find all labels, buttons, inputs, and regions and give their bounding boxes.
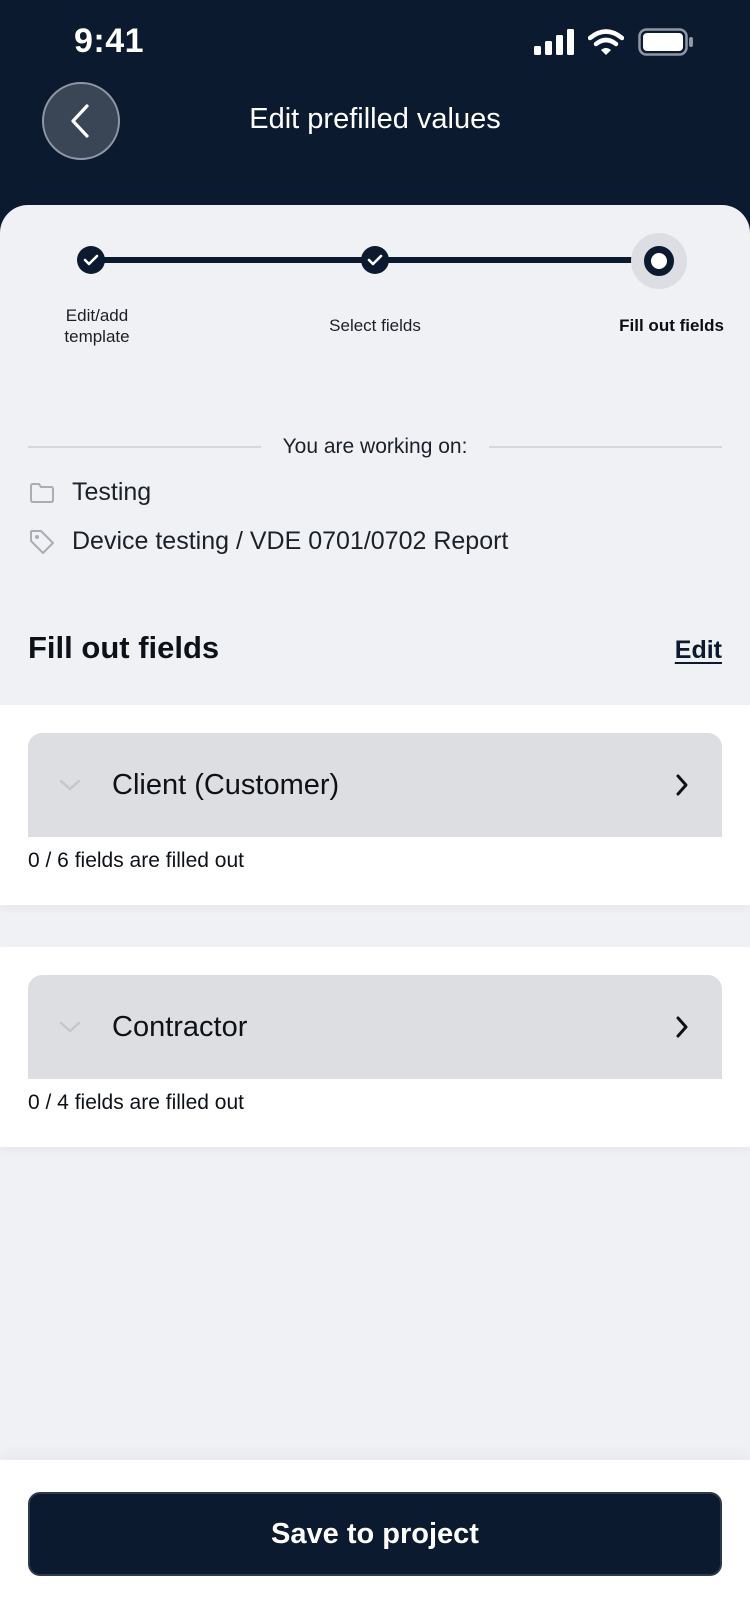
project-name: Testing [72, 478, 152, 506]
group-header[interactable]: Client (Customer) [28, 733, 722, 837]
chevron-down-icon [28, 778, 112, 792]
group-progress: 0 / 4 fields are filled out [28, 1091, 244, 1114]
chevron-right-icon[interactable] [642, 773, 722, 797]
group-title: Client (Customer) [112, 768, 340, 801]
battery-icon [638, 28, 693, 56]
group-card-client: Client (Customer) 0 / 6 fields are fille… [0, 705, 750, 905]
step-1-done-dot [77, 246, 105, 274]
step-2-done-dot [361, 246, 389, 274]
chevron-down-icon [28, 1020, 112, 1034]
status-icons [534, 28, 694, 56]
status-time: 9:41 [74, 22, 145, 60]
group-title: Contractor [112, 1010, 248, 1043]
save-to-project-button[interactable]: Save to project [28, 1492, 722, 1576]
divider-line [489, 446, 723, 448]
step-3-label: Fill out fields [619, 316, 724, 335]
template-name: Device testing / VDE 0701/0702 Report [72, 527, 509, 555]
cellular-signal-icon [534, 29, 574, 55]
bottom-action-bar: Save to project [0, 1460, 750, 1624]
chevron-right-icon[interactable] [642, 1015, 722, 1039]
wifi-icon [588, 29, 624, 55]
check-icon [367, 254, 383, 266]
group-header[interactable]: Contractor [28, 975, 722, 1079]
step-3-current-dot [644, 246, 674, 276]
template-row: Device testing / VDE 0701/0702 Report [28, 527, 508, 556]
step-2-label: Select fields [329, 316, 421, 335]
edit-link[interactable]: Edit [675, 636, 722, 665]
divider-line [28, 446, 261, 448]
content-sheet: Edit/add template Select fields Fill out… [0, 205, 750, 1624]
working-on-heading: You are working on: [282, 435, 468, 458]
section-title: Fill out fields [28, 630, 220, 665]
header: 9:41 Edit prefilled values [0, 0, 750, 230]
project-row: Testing [28, 478, 151, 507]
group-progress: 0 / 6 fields are filled out [28, 849, 244, 872]
page-title: Edit prefilled values [249, 103, 501, 135]
step-1-label: Edit/add template [64, 306, 130, 346]
check-icon [83, 254, 99, 266]
tag-icon [28, 528, 56, 556]
group-card-contractor: Contractor 0 / 4 fields are filled out [0, 947, 750, 1147]
folder-icon [28, 479, 56, 507]
working-on-divider: You are working on: [28, 427, 723, 467]
